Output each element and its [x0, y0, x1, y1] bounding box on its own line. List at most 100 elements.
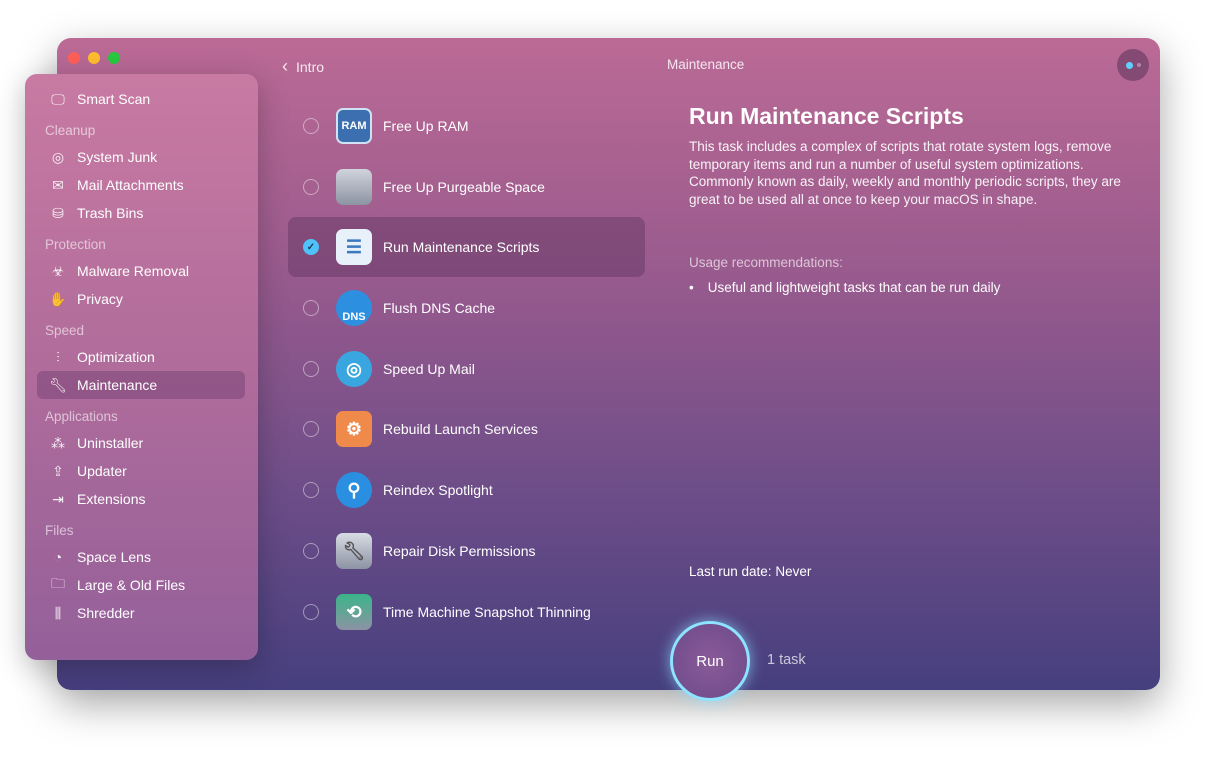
sidebar-item-mail-attachments[interactable]: ✉ Mail Attachments [37, 171, 245, 199]
time-machine-icon: ⟲ [336, 594, 372, 630]
sidebar-item-system-junk[interactable]: ◎ System Junk [37, 143, 245, 171]
chevron-left-icon: ‹ [282, 56, 288, 76]
back-button[interactable]: ‹ Intro [282, 56, 324, 77]
sidebar-item-large-old-files[interactable]: 🗀 Large & Old Files [37, 571, 245, 599]
sidebar-item-label: Optimization [77, 349, 155, 365]
detail-description: This task includes a complex of scripts … [689, 139, 1121, 207]
task-row[interactable]: ⟲ Time Machine Snapshot Thinning [288, 582, 645, 642]
assistant-dot-icon [1125, 61, 1133, 69]
task-row[interactable]: ⚙ Rebuild Launch Services [288, 399, 645, 459]
sidebar-item-label: Smart Scan [77, 91, 151, 107]
task-checkbox[interactable] [303, 361, 319, 377]
sidebar-item-label: Shredder [77, 605, 135, 621]
launch-services-icon: ⚙ [336, 411, 372, 447]
last-run-value: Never [775, 564, 812, 579]
task-checkbox[interactable] [303, 421, 319, 437]
task-checkbox[interactable] [303, 300, 319, 316]
task-label: Free Up Purgeable Space [383, 179, 545, 195]
assistant-button[interactable] [1117, 49, 1149, 81]
task-checkbox[interactable] [303, 118, 319, 134]
sidebar-item-optimization[interactable]: ⫶ Optimization [37, 343, 245, 371]
back-label: Intro [296, 58, 325, 75]
sidebar-item-smart-scan[interactable]: 🖵 Smart Scan [37, 85, 245, 113]
shredder-icon: ⫼ [54, 604, 62, 621]
task-label: Reindex Spotlight [383, 482, 493, 498]
spotlight-icon: ⚲ [336, 472, 372, 508]
detail-title: Run Maintenance Scripts [689, 103, 964, 129]
task-row[interactable]: ✓ ☰ Run Maintenance Scripts [288, 217, 645, 277]
task-checkbox[interactable] [303, 604, 319, 620]
sidebar-item-label: Mail Attachments [77, 177, 184, 193]
window-controls [68, 52, 120, 64]
sidebar-item-label: Trash Bins [77, 205, 144, 221]
sidebar-item-extensions[interactable]: ⇥ Extensions [37, 485, 245, 513]
sidebar-item-label: Space Lens [77, 549, 151, 565]
last-run: Last run date: Never [689, 564, 811, 579]
sidebar-item-label: Maintenance [77, 377, 158, 393]
usage-item: • Useful and lightweight tasks that can b… [689, 280, 1000, 295]
task-row[interactable]: Free Up Purgeable Space [288, 157, 645, 217]
task-row[interactable]: ⚲ Reindex Spotlight [288, 460, 645, 520]
sidebar-item-trash-bins[interactable]: ⛁ Trash Bins [37, 199, 245, 227]
monitor-icon: 🖵 [51, 90, 65, 107]
task-row[interactable]: 🔧︎ Repair Disk Permissions [288, 521, 645, 581]
sidebar-item-shredder[interactable]: ⫼ Shredder [37, 599, 245, 627]
task-label: Time Machine Snapshot Thinning [383, 604, 591, 620]
space-lens-icon: ◔ [53, 549, 63, 565]
updater-icon: ⇪ [52, 462, 64, 479]
task-label: Speed Up Mail [383, 361, 475, 377]
sidebar-item-label: System Junk [77, 149, 158, 165]
sidebar: 🖵 Smart Scan Cleanup ◎ System Junk ✉ Mail A… [25, 74, 258, 660]
assistant-dot-icon [1136, 63, 1141, 67]
sidebar-item-label: Uninstaller [77, 435, 144, 451]
minimize-button[interactable] [88, 52, 100, 64]
disk-wrench-icon: 🔧︎ [336, 533, 372, 569]
sidebar-item-label: Large & Old Files [77, 577, 186, 593]
junk-icon: ◎ [51, 148, 65, 165]
close-button[interactable] [68, 52, 80, 64]
usage-header: Usage recommendations: [689, 255, 843, 270]
section-header: Cleanup [45, 123, 96, 138]
last-run-label: Last run date: [689, 564, 772, 579]
task-label: Free Up RAM [383, 118, 469, 134]
sidebar-item-uninstaller[interactable]: ⁂ Uninstaller [37, 429, 245, 457]
sidebar-item-privacy[interactable]: ✋ Privacy [37, 285, 245, 313]
drive-icon [336, 169, 372, 205]
task-checkbox[interactable] [303, 179, 319, 195]
task-label: Run Maintenance Scripts [383, 239, 540, 255]
sidebar-item-updater[interactable]: ⇪ Updater [37, 457, 245, 485]
task-label: Flush DNS Cache [383, 300, 496, 316]
section-header: Files [45, 523, 74, 538]
extensions-icon: ⇥ [52, 490, 64, 507]
section-header: Protection [45, 237, 106, 252]
sidebar-item-maintenance[interactable]: 🔧︎ Maintenance [37, 371, 245, 399]
task-count: 1 task [767, 652, 806, 668]
task-row[interactable]: RAM Free Up RAM [288, 96, 645, 156]
task-checkbox[interactable] [303, 482, 319, 498]
mail-speed-icon: ◎ [336, 351, 372, 387]
dns-icon: DNS [336, 290, 372, 326]
task-row[interactable]: ◎ Speed Up Mail [288, 339, 645, 399]
biohazard-icon: ☣ [51, 262, 65, 279]
sidebar-item-label: Malware Removal [77, 263, 190, 279]
task-row[interactable]: DNS Flush DNS Cache [288, 278, 645, 338]
sidebar-item-label: Updater [77, 463, 127, 479]
sidebar-item-malware-removal[interactable]: ☣ Malware Removal [37, 257, 245, 285]
task-checkbox[interactable]: ✓ [303, 239, 319, 255]
zoom-button[interactable] [108, 52, 120, 64]
uninstaller-icon: ⁂ [51, 434, 65, 451]
wrench-icon: 🔧︎ [49, 376, 67, 393]
task-label: Repair Disk Permissions [383, 543, 536, 559]
clipboard-icon: ☰ [336, 229, 372, 265]
sidebar-item-space-lens[interactable]: ◔ Space Lens [37, 543, 245, 571]
hand-icon: ✋ [49, 290, 67, 307]
trash-icon: ⛁ [52, 204, 64, 221]
task-label: Rebuild Launch Services [383, 421, 538, 437]
sliders-icon: ⫶ [56, 348, 60, 365]
usage-item-text: Useful and lightweight tasks that can be… [707, 280, 1001, 295]
run-button[interactable]: Run [670, 621, 750, 701]
folder-icon: 🗀 [51, 575, 65, 591]
section-header: Speed [45, 323, 85, 338]
sidebar-item-label: Privacy [77, 291, 123, 307]
task-checkbox[interactable] [303, 543, 319, 559]
